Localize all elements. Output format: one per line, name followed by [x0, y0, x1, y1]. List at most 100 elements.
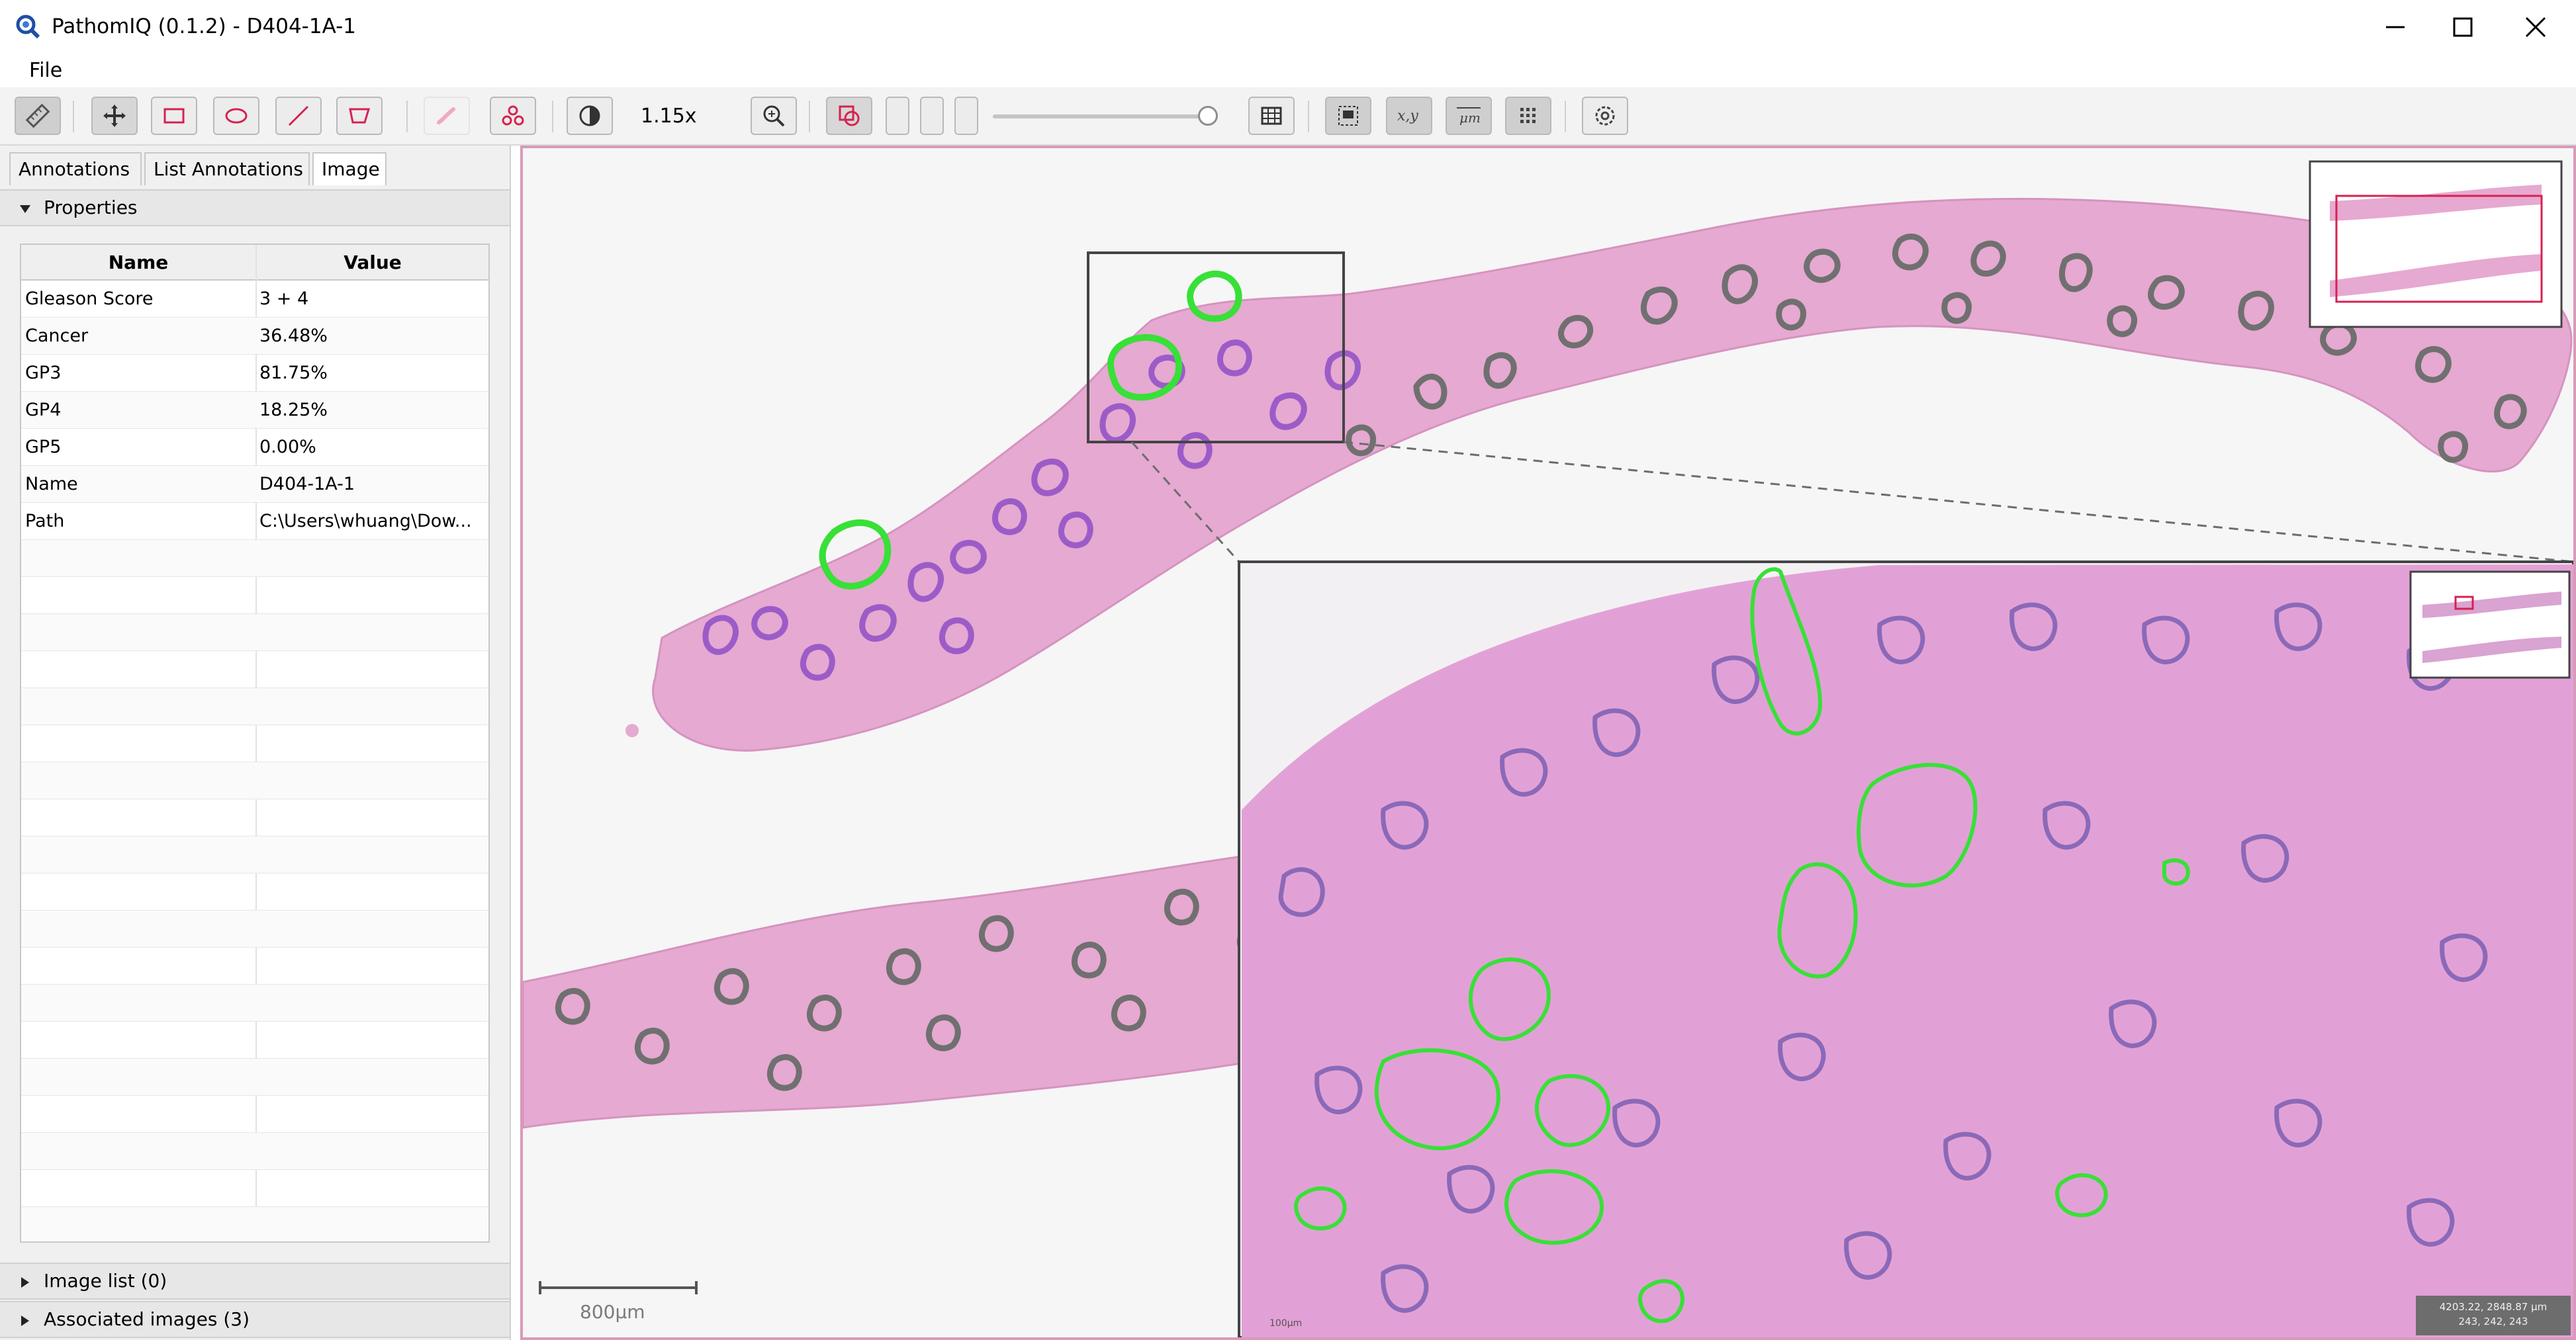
- table-row-empty: [21, 540, 488, 577]
- opacity-slider-thumb[interactable]: [1198, 106, 1218, 126]
- svg-text:x,y: x,y: [1397, 108, 1418, 124]
- overlay-option-3[interactable]: [954, 97, 978, 135]
- tab-image[interactable]: Image: [312, 152, 387, 185]
- table-row-empty: [21, 799, 488, 836]
- ruler-button[interactable]: [15, 97, 61, 135]
- table-row-empty: [21, 985, 488, 1022]
- table-row[interactable]: Path C:\Users\whuang\Dow...: [21, 503, 488, 540]
- brush-tool-button[interactable]: [424, 97, 470, 135]
- ruler-icon: [25, 103, 50, 128]
- image-list-label: Image list (0): [44, 1270, 167, 1292]
- zoom-icon: [763, 105, 785, 127]
- column-header-name[interactable]: Name: [21, 245, 255, 281]
- cursor-coordinates: 4203.22, 2848.87 μm: [2439, 1301, 2548, 1313]
- property-name: GP3: [25, 363, 62, 383]
- opacity-slider[interactable]: [993, 114, 1218, 118]
- table-row[interactable]: Name D404-1A-1: [21, 466, 488, 503]
- region-button[interactable]: [1325, 97, 1371, 135]
- table-row[interactable]: GP3 81.75%: [21, 355, 488, 392]
- minimize-button[interactable]: [2359, 5, 2432, 49]
- title-bar: PathomIQ (0.1.2) - D404-1A-1: [0, 0, 2576, 54]
- table-row[interactable]: Cancer 36.48%: [21, 318, 488, 355]
- image-list-header[interactable]: Image list (0): [0, 1263, 510, 1300]
- scale-bar: [539, 1286, 698, 1289]
- table-row-empty: [21, 948, 488, 985]
- zoom-button[interactable]: [751, 97, 797, 135]
- table-row-empty: [21, 1207, 488, 1241]
- toolbar-separator: [406, 101, 408, 132]
- rectangle-tool-button[interactable]: [151, 97, 197, 135]
- properties-table: Name Value Gleason Score 3 + 4 Cancer 36…: [20, 244, 490, 1243]
- close-button[interactable]: [2499, 5, 2572, 49]
- properties-header[interactable]: Properties: [0, 189, 510, 226]
- settings-icon: [1595, 106, 1615, 126]
- table-row[interactable]: GP4 18.25%: [21, 392, 488, 429]
- minimize-icon: [2386, 26, 2405, 28]
- rectangle-icon: [163, 108, 185, 124]
- cluster-tool-button[interactable]: [490, 97, 536, 135]
- table-row[interactable]: Gleason Score 3 + 4: [21, 281, 488, 318]
- overlay-toggle-button[interactable]: [826, 97, 872, 135]
- property-value: 0.00%: [259, 437, 316, 457]
- inset-scale-label: 100μm: [1269, 1318, 1303, 1329]
- micron-icon: μm: [1457, 107, 1481, 126]
- property-value: 18.25%: [259, 400, 328, 420]
- zoom-connector-line: [1343, 441, 2573, 563]
- table-row-empty: [21, 1133, 488, 1170]
- properties-header-label: Properties: [44, 197, 138, 218]
- table-row[interactable]: GP5 0.00%: [21, 429, 488, 466]
- property-name: Name: [25, 474, 78, 494]
- table-row-empty: [21, 873, 488, 911]
- slide-viewer[interactable]: 800μm 100μm 4203.22, 2848.87 μm 243, 242…: [520, 146, 2576, 1340]
- inset-minimap[interactable]: [2409, 570, 2571, 679]
- tissue-fragment: [625, 724, 639, 737]
- settings-button[interactable]: [1582, 97, 1628, 135]
- ellipse-icon: [225, 108, 248, 124]
- contrast-icon: [579, 105, 600, 126]
- associated-images-label: Associated images (3): [44, 1308, 250, 1330]
- property-value: C:\Users\whuang\Dow...: [259, 511, 472, 531]
- line-tool-button[interactable]: [275, 97, 322, 135]
- table-row-empty: [21, 1022, 488, 1059]
- svg-text:μm: μm: [1459, 110, 1481, 126]
- magnified-inset[interactable]: [1238, 560, 2573, 1337]
- move-button[interactable]: [91, 97, 138, 135]
- tab-list-annotations[interactable]: List Annotations: [144, 152, 310, 185]
- overlay-option-2[interactable]: [920, 97, 944, 135]
- polygon-tool-button[interactable]: [336, 97, 383, 135]
- contrast-button[interactable]: [567, 97, 613, 135]
- tiles-button[interactable]: [1505, 97, 1551, 135]
- line-icon: [288, 105, 309, 126]
- menu-file[interactable]: File: [29, 58, 62, 83]
- property-name: GP5: [25, 437, 62, 457]
- overview-minimap[interactable]: [2309, 160, 2563, 328]
- ellipse-tool-button[interactable]: [213, 97, 259, 135]
- property-name: GP4: [25, 400, 62, 420]
- app-logo-icon: [15, 13, 41, 40]
- scale-bar: [695, 1281, 698, 1294]
- tab-annotations[interactable]: Annotations: [9, 152, 142, 185]
- maximize-button[interactable]: [2426, 5, 2499, 49]
- overlay-option-1[interactable]: [886, 97, 909, 135]
- table-row-empty: [21, 836, 488, 873]
- xy-button[interactable]: x,y: [1386, 97, 1432, 135]
- scale-label: 800μm: [580, 1301, 645, 1323]
- tiles-icon: [1520, 108, 1536, 123]
- region-icon: [1338, 106, 1358, 126]
- table-row-empty: [21, 614, 488, 651]
- property-value: 81.75%: [259, 363, 328, 383]
- toolbar-separator: [552, 101, 553, 132]
- grid-icon: [1261, 107, 1282, 125]
- zoom-level: 1.15x: [641, 105, 697, 128]
- table-row-empty: [21, 725, 488, 762]
- column-header-value[interactable]: Value: [257, 245, 488, 281]
- move-icon: [103, 105, 126, 127]
- grid-button[interactable]: [1248, 97, 1295, 135]
- table-row-empty: [21, 688, 488, 725]
- overlay-icon: [839, 105, 860, 126]
- slide-canvas[interactable]: [523, 148, 2573, 1337]
- associated-images-header[interactable]: Associated images (3): [0, 1301, 510, 1338]
- polygon-icon: [349, 108, 371, 124]
- property-value: 3 + 4: [259, 289, 309, 309]
- micron-button[interactable]: μm: [1446, 97, 1492, 135]
